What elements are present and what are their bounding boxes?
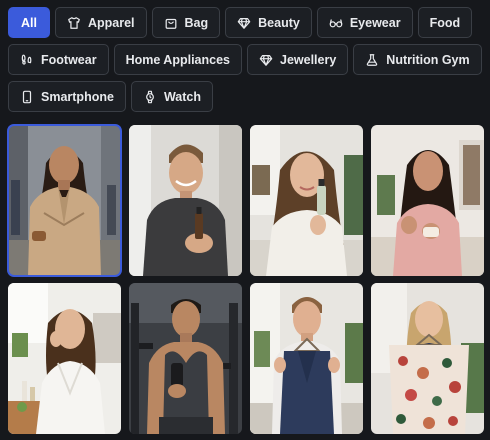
smartphone-icon — [22, 90, 32, 103]
filter-chip-all[interactable]: All — [8, 7, 50, 38]
diamond-icon — [237, 17, 251, 29]
filter-chip-label: Eyewear — [349, 15, 401, 30]
flask-icon — [367, 53, 378, 66]
filter-chip-bag[interactable]: Bag — [151, 7, 221, 38]
filter-chip-label: Home Appliances — [125, 52, 230, 67]
filter-chip-smartphone[interactable]: Smartphone — [8, 81, 126, 112]
shirt-icon — [68, 16, 80, 29]
footprints-icon — [21, 54, 32, 65]
gallery-card[interactable] — [371, 283, 484, 434]
filter-chip-label: Smartphone — [41, 89, 114, 104]
gallery-card[interactable] — [371, 125, 484, 276]
photo-woman-trench-coat — [8, 125, 121, 276]
photo-woman-serum — [250, 125, 363, 276]
gallery-card[interactable] — [129, 125, 242, 276]
filter-chip-watch[interactable]: Watch — [130, 81, 213, 112]
filter-chip-apparel[interactable]: Apparel — [54, 7, 147, 38]
watch-icon — [145, 90, 154, 103]
photo-man-blazer — [250, 283, 363, 434]
filter-chip-home-appliances[interactable]: Home Appliances — [113, 44, 242, 75]
photo-woman-floral — [371, 283, 484, 434]
filter-chip-label: Watch — [163, 89, 201, 104]
photo-woman-bathrobe — [8, 283, 121, 434]
photo-man-serum — [129, 125, 242, 276]
filter-chip-label: Beauty — [258, 15, 300, 30]
diamond-icon — [259, 54, 273, 66]
filter-chip-label: Food — [429, 15, 461, 30]
filter-chip-eyewear[interactable]: Eyewear — [316, 7, 413, 38]
gallery-card-selected[interactable] — [7, 124, 122, 277]
filter-chip-label: Footwear — [41, 52, 97, 67]
photo-man-gym — [129, 283, 242, 434]
filter-chip-label: Nutrition Gym — [386, 52, 470, 67]
glasses-icon — [329, 18, 343, 27]
filter-chip-label: Bag — [184, 15, 209, 30]
filter-chip-nutrition-gym[interactable]: Nutrition Gym — [353, 44, 482, 75]
gallery-card[interactable] — [8, 283, 121, 434]
gallery-card[interactable] — [250, 283, 363, 434]
filter-chip-footwear[interactable]: Footwear — [8, 44, 109, 75]
photo-woman-cream — [371, 125, 484, 276]
category-filter-bar: All Apparel Bag Beauty Eyewear Food Foot… — [8, 7, 484, 112]
filter-chip-beauty[interactable]: Beauty — [225, 7, 312, 38]
gallery-card[interactable] — [250, 125, 363, 276]
filter-chip-label: All — [21, 15, 37, 30]
model-image-gallery — [7, 124, 484, 434]
bag-icon — [165, 18, 176, 29]
filter-chip-label: Jewellery — [280, 52, 337, 67]
filter-chip-label: Apparel — [87, 15, 135, 30]
filter-chip-jewellery[interactable]: Jewellery — [247, 44, 349, 75]
gallery-card[interactable] — [129, 283, 242, 434]
filter-chip-food[interactable]: Food — [417, 7, 473, 38]
